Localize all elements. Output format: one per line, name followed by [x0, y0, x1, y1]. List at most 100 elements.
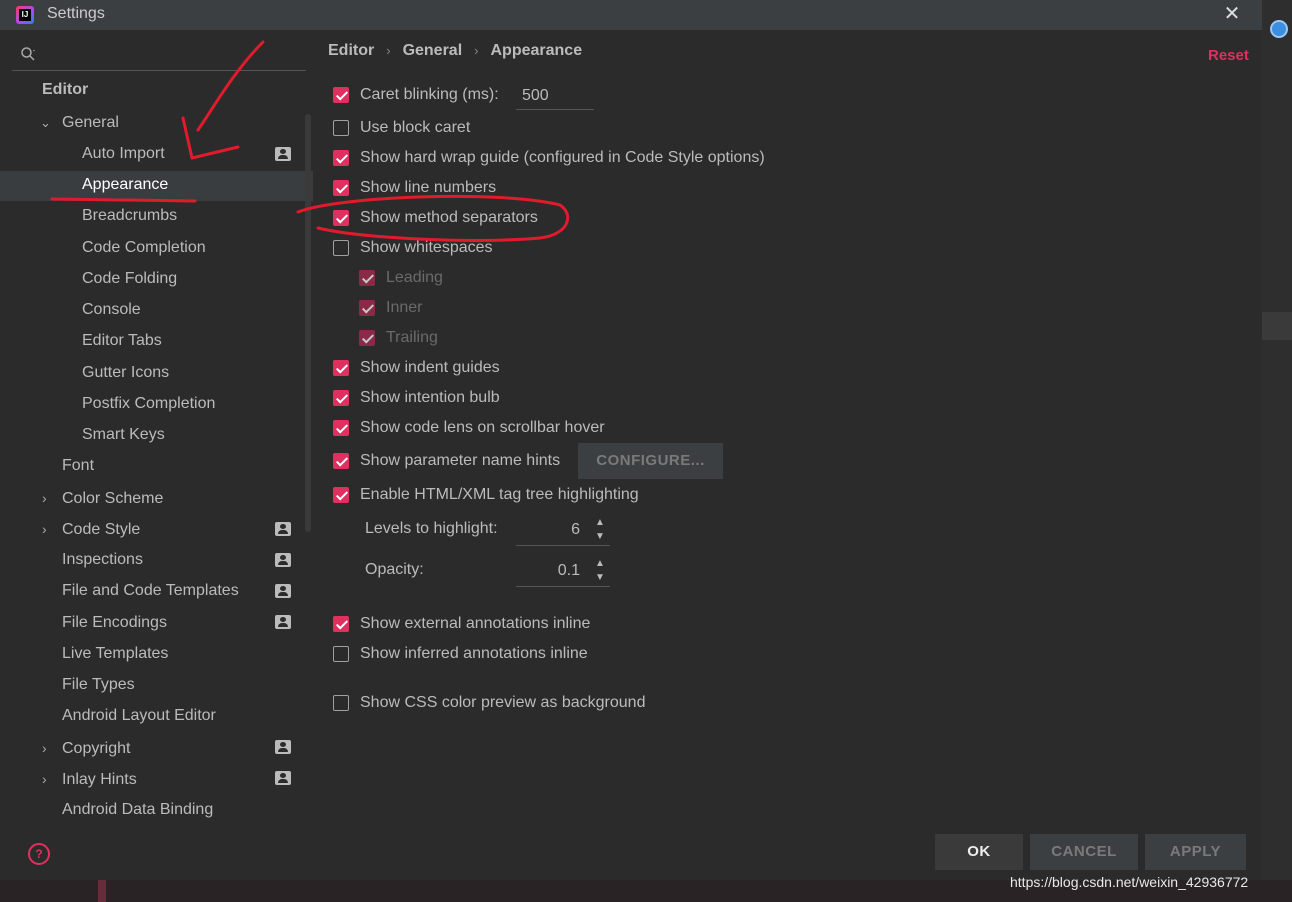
breadcrumb-editor[interactable]: Editor: [328, 42, 374, 59]
chevron-down-icon[interactable]: ⌄: [40, 108, 62, 138]
chevron-down-icon[interactable]: ▼: [594, 572, 606, 584]
reset-link[interactable]: Reset: [1208, 47, 1249, 64]
search-input[interactable]: [12, 38, 306, 71]
sidebar-item-code-style[interactable]: › Code Style: [42, 514, 140, 544]
configure-button[interactable]: CONFIGURE...: [578, 443, 723, 479]
sidebar-item-auto-import[interactable]: Auto Import: [82, 139, 165, 169]
option-label: Show hard wrap guide (configured in Code…: [360, 149, 765, 166]
sidebar-item-label: General: [62, 114, 119, 131]
chevron-up-icon[interactable]: ▲: [594, 517, 606, 529]
sidebar-item-editor-tabs[interactable]: Editor Tabs: [82, 326, 162, 356]
project-settings-icon: [275, 147, 291, 161]
option-label: Caret blinking (ms):: [360, 86, 499, 103]
breadcrumb-separator: ›: [386, 43, 391, 58]
opacity-value: 0.1: [557, 562, 580, 579]
sidebar-item-android-layout-editor[interactable]: Android Layout Editor: [62, 701, 216, 731]
sidebar-item-inspections[interactable]: Inspections: [62, 545, 143, 575]
option-label: Inner: [386, 299, 423, 316]
checkbox[interactable]: [333, 360, 349, 376]
cancel-button[interactable]: CANCEL: [1030, 834, 1138, 870]
checkbox[interactable]: [333, 180, 349, 196]
sidebar-item-file-types[interactable]: File Types: [62, 670, 135, 700]
option-label: Trailing: [386, 329, 438, 346]
checkbox[interactable]: [333, 87, 349, 103]
help-icon[interactable]: ?: [28, 843, 50, 865]
sidebar-item-label: Copyright: [62, 740, 131, 757]
option-label: Show parameter name hints: [360, 452, 561, 469]
option-label: Show inferred annotations inline: [360, 645, 588, 662]
sidebar-item-live-templates[interactable]: Live Templates: [62, 639, 168, 669]
levels-label: Levels to highlight:: [365, 520, 498, 537]
sidebar-item-appearance[interactable]: Appearance: [82, 170, 168, 200]
breadcrumb-appearance: Appearance: [490, 42, 583, 59]
sidebar-item-postfix-completion[interactable]: Postfix Completion: [82, 389, 215, 419]
background-accent: [98, 880, 106, 902]
option-label: Show method separators: [360, 209, 538, 226]
option-label: Leading: [386, 269, 443, 286]
sidebar-item-breadcrumbs[interactable]: Breadcrumbs: [82, 201, 177, 231]
close-icon[interactable]: ✕: [1222, 3, 1242, 25]
chevron-right-icon[interactable]: ›: [42, 733, 62, 763]
opacity-spinner[interactable]: 0.1 ▲ ▼: [516, 556, 610, 587]
watermark: https://blog.csdn.net/weixin_42936772: [1010, 874, 1249, 890]
info-icon: [1270, 20, 1288, 38]
sidebar-item-code-folding[interactable]: Code Folding: [82, 264, 177, 294]
checkbox[interactable]: [333, 646, 349, 662]
caret-blinking-field[interactable]: 500: [516, 82, 594, 110]
project-settings-icon: [275, 740, 291, 754]
checkbox[interactable]: [333, 120, 349, 136]
project-settings-icon: [275, 584, 291, 598]
option-label: Show code lens on scrollbar hover: [360, 419, 605, 436]
sidebar-item-editor[interactable]: Editor: [42, 75, 88, 105]
sidebar-item-file-encodings[interactable]: File Encodings: [62, 608, 167, 638]
checkbox[interactable]: [333, 240, 349, 256]
project-settings-icon: [275, 615, 291, 629]
checkbox[interactable]: [333, 453, 349, 469]
sidebar-item-font[interactable]: Font: [62, 451, 94, 481]
levels-spinner[interactable]: 6 ▲ ▼: [516, 515, 610, 546]
option-label: Enable HTML/XML tag tree highlighting: [360, 486, 639, 503]
checkbox[interactable]: [333, 695, 349, 711]
sidebar-item-color-scheme[interactable]: › Color Scheme: [42, 483, 163, 513]
checkbox[interactable]: [333, 150, 349, 166]
sidebar-item-label: Color Scheme: [62, 490, 164, 507]
breadcrumb-separator: ›: [474, 43, 479, 58]
sidebar-item-inlay-hints[interactable]: › Inlay Hints: [42, 764, 137, 794]
option-label: Show whitespaces: [360, 239, 493, 256]
sidebar-item-smart-keys[interactable]: Smart Keys: [82, 420, 165, 450]
sidebar-item-general[interactable]: ⌄ General: [40, 108, 119, 138]
chevron-right-icon[interactable]: ›: [42, 764, 62, 794]
project-settings-icon: [275, 553, 291, 567]
sidebar-item-gutter-icons[interactable]: Gutter Icons: [82, 358, 169, 388]
apply-button[interactable]: APPLY: [1145, 834, 1246, 870]
sidebar-item-android-data-binding[interactable]: Android Data Binding: [62, 795, 213, 825]
sidebar-scrollbar[interactable]: [305, 114, 311, 532]
search-icon: [21, 47, 35, 61]
sidebar-item-file-code-templates[interactable]: File and Code Templates: [62, 576, 239, 606]
chevron-up-icon[interactable]: ▲: [594, 558, 606, 570]
option-label: Show external annotations inline: [360, 615, 591, 632]
opacity-label: Opacity:: [365, 561, 424, 578]
breadcrumb-general[interactable]: General: [403, 42, 463, 59]
checkbox[interactable]: [333, 390, 349, 406]
sidebar-item-label: Inlay Hints: [62, 771, 137, 788]
chevron-right-icon[interactable]: ›: [42, 514, 62, 544]
intellij-logo-icon: IJ: [16, 6, 34, 24]
checkbox: [359, 270, 375, 286]
ok-button[interactable]: OK: [935, 834, 1023, 870]
checkbox[interactable]: [333, 420, 349, 436]
checkbox: [359, 300, 375, 316]
project-settings-icon: [275, 771, 291, 785]
chevron-down-icon[interactable]: ▼: [594, 531, 606, 543]
window-title: Settings: [47, 5, 105, 22]
sidebar-item-label: Code Style: [62, 521, 141, 538]
sidebar-item-copyright[interactable]: › Copyright: [42, 733, 130, 763]
checkbox[interactable]: [333, 616, 349, 632]
option-label: Show intention bulb: [360, 389, 500, 406]
checkbox[interactable]: [333, 487, 349, 503]
option-label: Show indent guides: [360, 359, 500, 376]
checkbox[interactable]: [333, 210, 349, 226]
chevron-right-icon[interactable]: ›: [42, 483, 62, 513]
sidebar-item-code-completion[interactable]: Code Completion: [82, 233, 206, 263]
sidebar-item-console[interactable]: Console: [82, 295, 141, 325]
